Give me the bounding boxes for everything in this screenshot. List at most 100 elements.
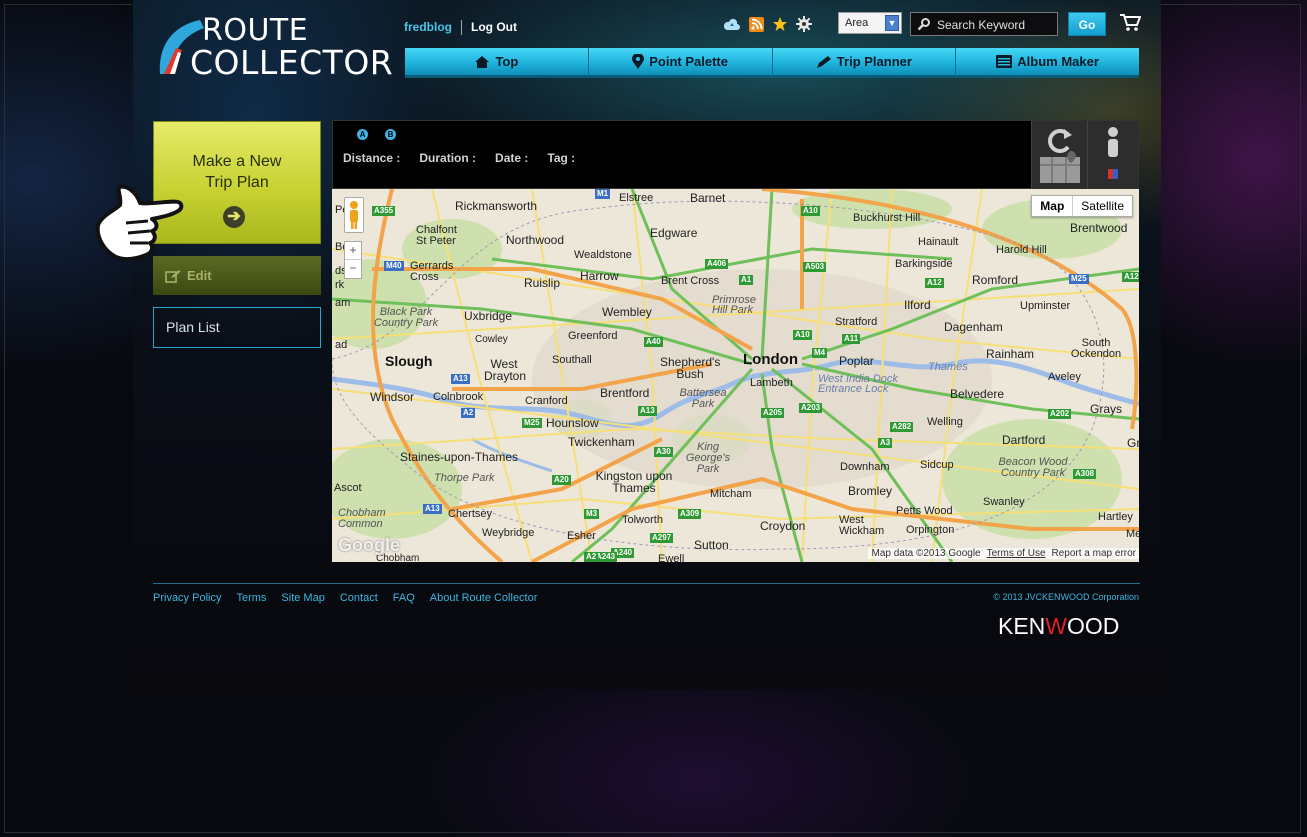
gear-icon[interactable]: [796, 16, 812, 32]
star-icon[interactable]: [772, 16, 788, 32]
place-label: Grays: [1090, 402, 1123, 416]
place-label: Rickmansworth: [455, 199, 538, 213]
person-icon: [1108, 127, 1118, 179]
place-label: Southall: [552, 354, 592, 366]
plan-list-button[interactable]: Plan List: [153, 307, 321, 348]
zoom-in-button[interactable]: +: [345, 242, 361, 260]
area-select[interactable]: Area ▼: [838, 12, 902, 34]
place-label: ad: [335, 339, 348, 351]
site-map-link[interactable]: Site Map: [281, 592, 324, 604]
faq-link[interactable]: FAQ: [393, 592, 415, 604]
toolbar-icons: [724, 12, 820, 36]
cart-icon[interactable]: [1119, 12, 1142, 32]
road-shield: M25: [522, 418, 542, 428]
place-label: Thames: [928, 361, 968, 373]
edit-icon: [165, 269, 181, 283]
road-shield: M25: [1069, 274, 1089, 284]
place-label: Gray: [1127, 436, 1139, 450]
place-label: Wealdstone: [574, 249, 632, 261]
user-bar: fredblog Log Out: [404, 19, 517, 35]
pencil-icon: [816, 55, 832, 69]
place-label: Chobham Common: [338, 507, 386, 530]
road-shield: A2: [584, 552, 599, 562]
place-label: Hartley: [1098, 511, 1133, 523]
logo-word-route: ROUTE: [202, 13, 309, 48]
road-shield: A12: [925, 278, 944, 288]
nav-point-palette[interactable]: Point Palette: [588, 48, 773, 78]
about-link[interactable]: About Route Collector: [430, 592, 538, 604]
cloud-icon[interactable]: [724, 16, 740, 32]
terms-link[interactable]: Terms: [236, 592, 266, 604]
place-label: Battersea Park: [679, 387, 727, 410]
place-label: Twickenham: [568, 435, 635, 449]
search-icon: [917, 17, 931, 34]
nav-album-maker[interactable]: Album Maker: [956, 48, 1139, 78]
map-type-map[interactable]: Map: [1032, 196, 1074, 216]
route-map[interactable]: A355 M1 A10 M40 A406 A503 A1 A12 M25 A12…: [332, 189, 1139, 562]
logo-word-collector: COLLECTOR: [190, 43, 394, 82]
street-view-toggle[interactable]: [1087, 121, 1138, 188]
nav-top[interactable]: Top: [405, 48, 589, 78]
edit-label: Edit: [187, 268, 212, 283]
kenwood-logo-accent: W: [1045, 613, 1068, 639]
road-shield: A297: [650, 533, 674, 543]
rss-icon[interactable]: [748, 16, 764, 32]
divider: [461, 19, 462, 35]
place-label: Thorpe Park: [434, 472, 495, 484]
road-shield: A30: [654, 447, 673, 457]
zoom-out-button[interactable]: −: [345, 260, 361, 277]
map-type-toggle: Map Satellite: [1031, 195, 1133, 217]
footer-divider: [153, 583, 1140, 584]
place-label: Barnet: [690, 191, 726, 205]
place-label: Ruislip: [524, 276, 561, 290]
nav-album-maker-label: Album Maker: [1017, 54, 1099, 69]
place-label: Hainault: [918, 236, 959, 248]
pegman-icon[interactable]: [344, 197, 364, 233]
place-label: Edgware: [650, 226, 698, 240]
footer-links: Privacy Policy Terms Site Map Contact FA…: [153, 592, 552, 604]
go-button[interactable]: Go: [1068, 12, 1106, 36]
kenwood-logo[interactable]: KENWOOD: [998, 613, 1119, 640]
place-label: Ascot: [334, 482, 362, 494]
chevron-down-icon: ▼: [885, 15, 899, 31]
home-icon: [474, 55, 490, 69]
contact-link[interactable]: Contact: [340, 592, 378, 604]
place-label: Colnbrook: [433, 391, 484, 403]
place-label: Croydon: [760, 519, 806, 533]
place-label: Brentford: [600, 386, 650, 400]
place-label: Swanley: [983, 496, 1025, 508]
road-shield: A282: [890, 422, 914, 432]
place-label: Kingston upon Thames: [595, 469, 673, 495]
terms-of-use-link[interactable]: Terms of Use: [984, 548, 1049, 559]
place-label: Belvedere: [950, 387, 1005, 401]
place-label: Hounslow: [546, 416, 599, 430]
nav-point-palette-label: Point Palette: [649, 54, 728, 69]
route-info-labels: Distance : Duration : Date : Tag :: [343, 151, 594, 165]
search-input[interactable]: Search Keyword: [910, 12, 1058, 36]
report-map-error-link[interactable]: Report a map error: [1049, 548, 1139, 559]
date-label: Date :: [495, 151, 529, 165]
privacy-policy-link[interactable]: Privacy Policy: [153, 592, 221, 604]
road-shield: M1: [595, 189, 611, 199]
place-label: Dartford: [1002, 433, 1046, 447]
place-label: Rainham: [986, 347, 1035, 361]
road-shield: A1: [739, 275, 754, 285]
main-nav: Top Point Palette Trip Planner Album Mak…: [405, 48, 1139, 78]
place-label: Welling: [927, 416, 963, 428]
refresh-map-button[interactable]: [1031, 121, 1087, 188]
place-label: West Wickham: [839, 514, 885, 537]
place-label: Aveley: [1048, 371, 1081, 383]
badge-a: A: [357, 129, 368, 140]
map-type-satellite[interactable]: Satellite: [1073, 196, 1132, 216]
place-label: Upminster: [1020, 300, 1071, 312]
nav-top-label: Top: [495, 54, 519, 69]
pointing-hand-icon: [95, 184, 184, 262]
place-label: Mitcham: [710, 488, 752, 500]
username-link[interactable]: fredblog: [404, 20, 452, 34]
place-label: Harrow: [580, 269, 619, 283]
place-label: Stratford: [835, 316, 878, 328]
logout-link[interactable]: Log Out: [471, 20, 517, 34]
nav-trip-planner[interactable]: Trip Planner: [772, 48, 957, 78]
new-plan-line1: Make a New: [192, 153, 282, 170]
route-collector-logo[interactable]: ROUTE COLLECTOR: [150, 13, 394, 82]
